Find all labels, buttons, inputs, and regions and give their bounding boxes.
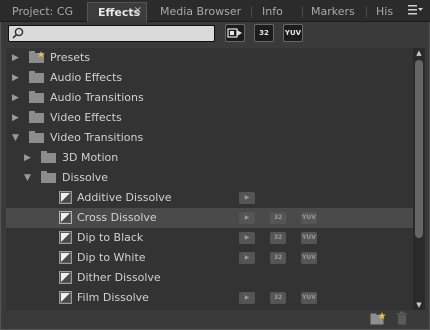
vertical-scrollbar[interactable]: ▲ ▼	[413, 48, 425, 310]
transition-effect-icon	[59, 251, 72, 264]
tree-item-label: Dip to White	[77, 251, 146, 264]
trash-icon[interactable]	[396, 311, 408, 325]
tab-media-browser[interactable]: Media Browser	[150, 2, 250, 22]
accelerated-badge-icon: ▶	[239, 212, 255, 224]
chevron-right-icon[interactable]: ▶	[12, 113, 22, 123]
tree-effect-row[interactable]: Cross Dissolve ▶ 32 YUV	[6, 208, 413, 228]
tab-label: Markers	[311, 5, 355, 18]
chevron-down-icon[interactable]: ▼	[24, 173, 34, 183]
folder-icon	[29, 71, 44, 83]
transition-effect-icon	[59, 191, 72, 204]
chevron-right-icon[interactable]: ▶	[12, 53, 22, 63]
yuv-filter-button[interactable]: YUV	[283, 24, 303, 42]
accelerated-effects-filter-button[interactable]	[225, 24, 245, 42]
transition-effect-icon	[59, 211, 72, 224]
yuv-badge-icon: YUV	[301, 232, 317, 244]
tree-folder-row[interactable]: ▼ Video Transitions	[6, 128, 413, 148]
yuv-badge-icon: YUV	[301, 212, 317, 224]
folder-icon	[41, 171, 56, 183]
chevron-right-icon[interactable]: ▶	[24, 153, 34, 163]
tree-item-label: Audio Transitions	[50, 91, 144, 104]
yuv-badge-icon: YUV	[301, 292, 317, 304]
32-bit-badge-icon: 32	[270, 292, 286, 304]
tree-item-label: Video Transitions	[50, 131, 144, 144]
tree-folder-row[interactable]: ▶ Presets	[6, 48, 413, 68]
tab-history[interactable]: His	[366, 2, 400, 22]
tree-effect-row[interactable]: Additive Dissolve ▶	[6, 188, 413, 208]
32-bit-badge-icon: 32	[270, 252, 286, 264]
tree-item-label: Dip to Black	[77, 231, 144, 244]
tree-effect-row[interactable]: Dip to Black ▶ 32 YUV	[6, 228, 413, 248]
panel-menu-icon[interactable]	[408, 3, 423, 17]
transition-effect-icon	[59, 231, 72, 244]
accelerated-badge-icon: ▶	[239, 232, 255, 244]
folder-icon	[41, 151, 56, 163]
folder-icon	[29, 131, 44, 143]
32-bit-filter-button[interactable]: 32	[254, 24, 274, 42]
tree-effect-row[interactable]: Dip to White ▶ 32 YUV	[6, 248, 413, 268]
tab-label: Project: CG	[12, 5, 74, 18]
tree-item-label: Dissolve	[62, 171, 109, 184]
tree-item-label: Audio Effects	[50, 71, 123, 84]
tree-item-label: Film Dissolve	[77, 291, 149, 304]
new-custom-bin-icon[interactable]	[370, 312, 386, 325]
tree-effect-row[interactable]: Dither Dissolve	[6, 268, 413, 288]
transition-effect-icon	[59, 291, 72, 304]
folder-icon	[29, 111, 44, 123]
chevron-right-icon[interactable]: ▶	[12, 93, 22, 103]
accelerated-badge-icon: ▶	[239, 192, 255, 204]
tree-folder-row[interactable]: ▼ Dissolve	[6, 168, 413, 188]
chevron-down-icon[interactable]: ▼	[12, 133, 22, 143]
presets-folder-icon	[29, 51, 45, 63]
tree-item-label: Cross Dissolve	[77, 211, 157, 224]
tree-item-label: 3D Motion	[62, 151, 119, 164]
tree-folder-row[interactable]: ▶ Audio Effects	[6, 68, 413, 88]
tab-label: Info	[262, 5, 283, 18]
chevron-right-icon[interactable]: ▶	[12, 73, 22, 83]
tab-effects[interactable]: Effects ×	[87, 2, 147, 22]
tree-folder-row[interactable]: ▶ Audio Transitions	[6, 88, 413, 108]
search-field[interactable]	[8, 25, 215, 42]
tab-project[interactable]: Project: CG	[2, 2, 86, 22]
tab-info[interactable]: Info	[252, 2, 302, 22]
close-icon[interactable]: ×	[134, 5, 142, 16]
scroll-thumb[interactable]	[415, 60, 423, 238]
tree-item-label: Additive Dissolve	[77, 191, 172, 204]
panel-tab-bar: Project: CG Effects × Media Browser Info…	[0, 0, 430, 22]
accelerated-badge-icon: ▶	[239, 292, 255, 304]
tree-folder-row[interactable]: ▶ 3D Motion	[6, 148, 413, 168]
scroll-up-arrow-icon[interactable]: ▲	[413, 48, 425, 58]
scroll-down-arrow-icon[interactable]: ▼	[413, 300, 425, 310]
accelerated-badge-icon: ▶	[239, 252, 255, 264]
effects-tree: ▶ Presets ▶ Audio Effects ▶ Audio Transitions…	[6, 48, 413, 310]
tree-item-label: Video Effects	[50, 111, 122, 124]
transition-effect-icon	[59, 271, 72, 284]
tree-effect-row[interactable]: Film Dissolve ▶ 32 YUV	[6, 288, 413, 308]
folder-icon	[29, 91, 44, 103]
search-icon	[12, 27, 24, 39]
tab-label: Media Browser	[160, 5, 242, 18]
32-bit-badge-icon: 32	[270, 212, 286, 224]
tab-label: His	[376, 5, 394, 18]
32-bit-badge-icon: 32	[270, 232, 286, 244]
tab-markers[interactable]: Markers	[301, 2, 365, 22]
tree-folder-row[interactable]: ▶ Video Effects	[6, 108, 413, 128]
tree-item-label: Presets	[50, 51, 91, 64]
yuv-badge-icon: YUV	[301, 252, 317, 264]
tree-item-label: Dither Dissolve	[77, 271, 161, 284]
effects-panel: 32 YUV ▶ Presets ▶ Audio Effects ▶ Audio Tran…	[0, 22, 430, 330]
